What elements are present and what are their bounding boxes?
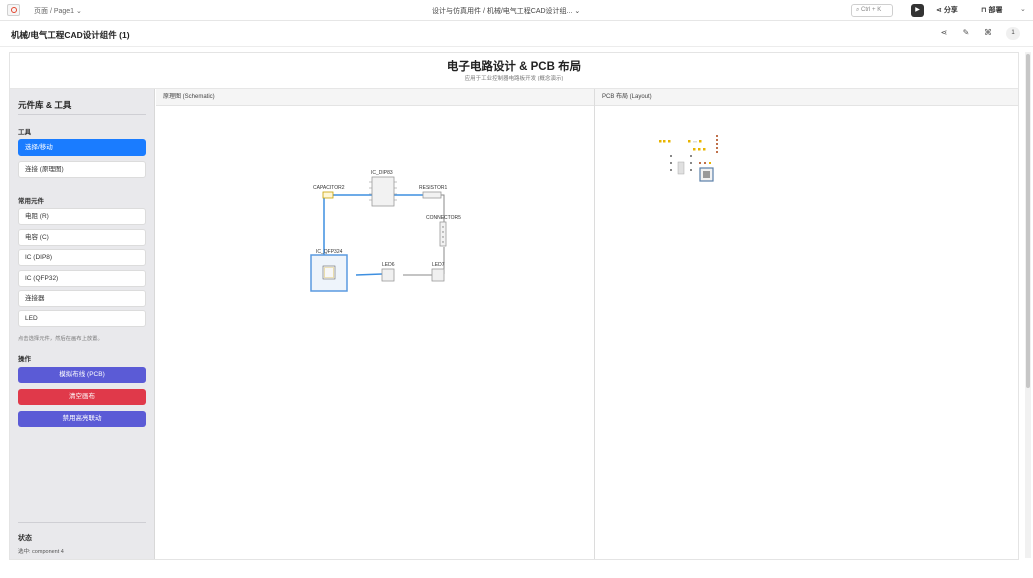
component-connector-button[interactable]: 连接器 (18, 290, 146, 307)
schematic-led6[interactable]: LED6 (381, 262, 395, 282)
label-ic-dip8: IC_DIP83 (371, 170, 393, 176)
label-ic-qfp32: IC_QFP324 (316, 249, 343, 255)
app-subtitle: 应用于工业控制器电路板开发 (概念演示) (464, 76, 564, 82)
expand-icon[interactable]: ⌘ (982, 28, 994, 37)
pcb-dip8-footprint[interactable] (693, 148, 706, 151)
share-label: 分享 (943, 7, 958, 14)
app-header: 电子电路设计 & PCB 布局 应用于工业控制器电路板开发 (概念演示) (10, 53, 1018, 89)
scrollbar-thumb[interactable] (1026, 54, 1030, 388)
schematic-pane-header: 原理图 (Schematic) (156, 89, 594, 106)
label-connector: CONNECTOR5 (426, 215, 461, 221)
component-ic-dip8-button[interactable]: IC (DIP8) (18, 249, 146, 266)
status-divider (18, 522, 146, 523)
preview-play-button[interactable]: ▶ (911, 4, 924, 17)
share-icon: ⋖ (936, 7, 944, 14)
search-input[interactable]: ⌕ Ctrl + K (851, 4, 893, 17)
tool-connect-button[interactable]: 连接 (原理图) (18, 161, 146, 178)
label-capacitor: CAPACITOR2 (313, 185, 345, 191)
version-badge[interactable]: 1 (1006, 27, 1020, 40)
component-breadcrumb[interactable]: 设计与仿真用件 / 机械/电气工程CAD设计组... ⌄ (432, 6, 580, 16)
app-title: 电子电路设计 & PCB 布局 (446, 61, 582, 73)
placement-hint: 点击选择元件，然后在画布上放置。 (18, 336, 103, 342)
status-heading: 状态 (18, 535, 32, 542)
pcb-connector-footprint[interactable] (716, 135, 718, 153)
pcb-qfp32-footprint[interactable] (699, 167, 714, 182)
schematic-pane-label: 原理图 (Schematic) (163, 94, 215, 100)
schematic-capacitor[interactable]: CAPACITOR2 (313, 185, 345, 199)
page-scrollbar[interactable] (1025, 52, 1031, 558)
layout-pane-header: PCB 布局 (Layout) (595, 89, 1018, 106)
schematic-ic-dip8[interactable]: IC_DIP83 (369, 170, 397, 207)
tool-select-move-button[interactable]: 选择/移动 (18, 139, 146, 156)
component-led-button[interactable]: LED (18, 310, 146, 327)
tools-section-heading: 工具 (18, 129, 31, 136)
top-bar: 页面 / Page1 ⌄ 设计与仿真用件 / 机械/电气工程CAD设计组... … (0, 0, 1033, 21)
pcb-layout-canvas[interactable] (595, 106, 1018, 559)
component-resistor-button[interactable]: 电阻 (R) (18, 208, 146, 225)
component-ic-qfp32-button[interactable]: IC (QFP32) (18, 270, 146, 287)
label-led7: LED7 (432, 262, 445, 268)
simulate-routing-button[interactable]: 模拟布线 (PCB) (18, 367, 146, 383)
component-capacitor-button[interactable]: 电容 (C) (18, 229, 146, 246)
clear-canvas-button[interactable]: 清空画布 (18, 389, 146, 405)
page-breadcrumb[interactable]: 页面 / Page1 ⌄ (34, 6, 82, 16)
chevron-down-icon[interactable]: ⌄ (1020, 5, 1026, 13)
share-button[interactable]: ⋖ 分享 (936, 5, 958, 15)
lock-icon: ⊓ (981, 7, 989, 14)
wire-qfp-led6[interactable] (355, 273, 383, 276)
sidebar-title: 元件库 & 工具 (18, 100, 72, 110)
deploy-label: 部署 (988, 7, 1003, 14)
schematic-ic-qfp32[interactable]: IC_QFP324 (310, 249, 348, 292)
schematic-canvas[interactable]: IC_DIP83 CAPACITOR2 RESISTOR1 CONNECTOR5… (156, 106, 594, 559)
deploy-button[interactable]: ⊓ 部署 (981, 5, 1003, 15)
component-library-sidebar: 元件库 & 工具 工具 选择/移动 连接 (原理图) 常用元件 电阻 (R) 电… (10, 89, 155, 559)
layout-pane-label: PCB 布局 (Layout) (602, 94, 652, 100)
app-logo-icon[interactable] (7, 4, 20, 16)
share-icon[interactable]: ⋖ (938, 28, 950, 37)
schematic-resistor[interactable]: RESISTOR1 (419, 185, 447, 199)
pcb-capacitor-footprint[interactable] (659, 140, 671, 143)
search-icon: ⌕ (856, 7, 860, 13)
label-resistor: RESISTOR1 (419, 185, 447, 191)
pcb-resistor-footprint[interactable] (688, 140, 702, 143)
search-shortcut: Ctrl + K (861, 7, 882, 13)
schematic-connector[interactable]: CONNECTOR5 (426, 215, 461, 247)
components-section-heading: 常用元件 (18, 198, 44, 205)
sidebar-divider (18, 114, 146, 115)
status-selection-text: 选中: component 4 (18, 549, 64, 555)
actions-section-heading: 操作 (18, 356, 31, 363)
disable-highlight-link-button[interactable]: 禁用高亮联动 (18, 411, 146, 427)
label-led6: LED6 (382, 262, 395, 268)
edit-pencil-icon[interactable]: ✎ (960, 28, 972, 37)
app-canvas: 电子电路设计 & PCB 布局 应用于工业控制器电路板开发 (概念演示) 元件库… (9, 52, 1019, 560)
document-title: 机械/电气工程CAD设计组件 (1) (11, 30, 130, 40)
schematic-led7[interactable]: LED7 (431, 262, 445, 282)
document-title-bar: 机械/电气工程CAD设计组件 (1) ⋖ ✎ ⌘ 1 (0, 21, 1033, 47)
